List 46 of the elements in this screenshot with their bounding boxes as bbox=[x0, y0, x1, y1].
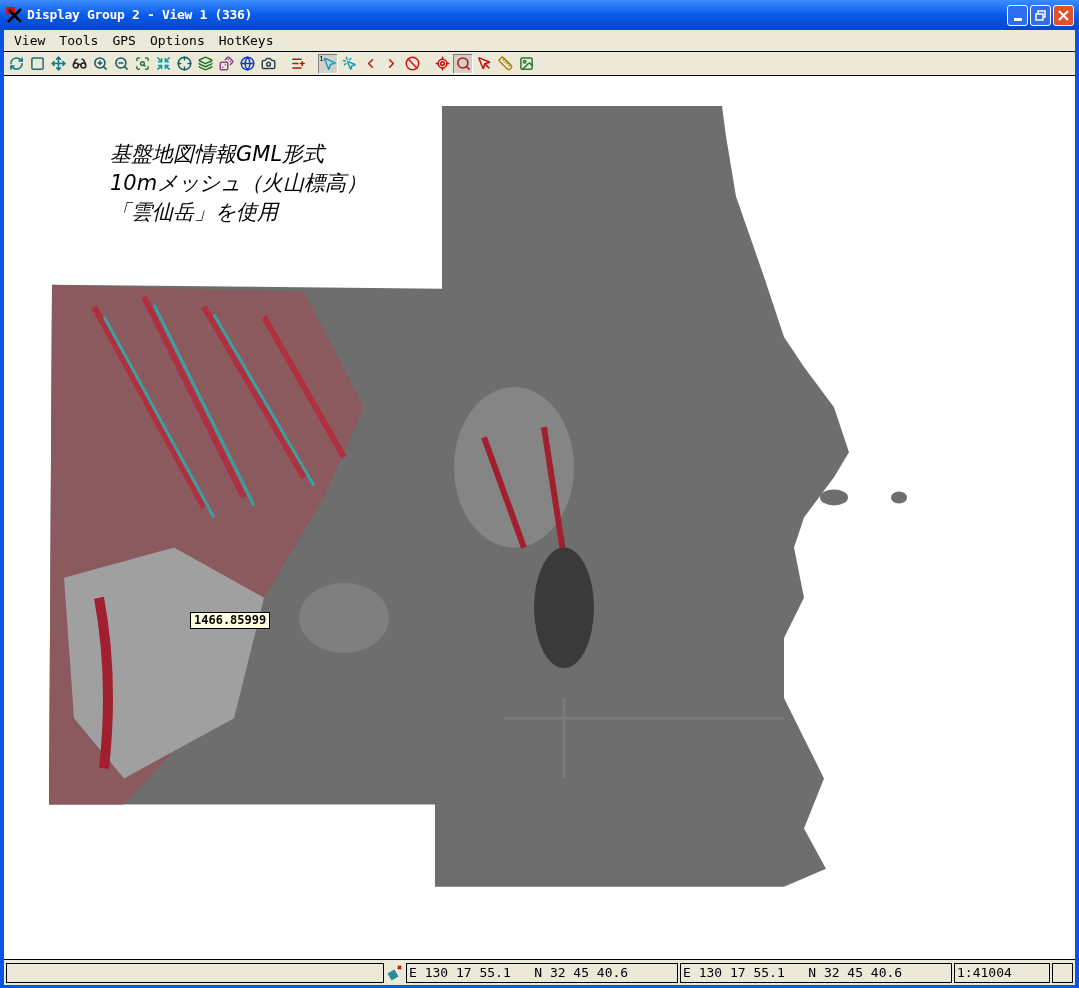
pointer-icon bbox=[476, 56, 492, 71]
camera-icon bbox=[260, 56, 276, 71]
toolbar-button[interactable] bbox=[237, 53, 257, 74]
image-icon bbox=[518, 56, 534, 71]
target-icon bbox=[176, 56, 192, 71]
menu-item[interactable]: Tools bbox=[59, 30, 99, 51]
scale-readout: 1:41004 bbox=[954, 962, 1050, 983]
gps-device-icon bbox=[386, 963, 404, 982]
app-logo-icon bbox=[5, 6, 23, 24]
numbered-pointer-icon bbox=[321, 56, 337, 71]
tool-number: 1 bbox=[319, 54, 324, 63]
zoom-out-icon bbox=[113, 56, 129, 71]
toolbar-button[interactable]: 1 bbox=[318, 53, 338, 74]
zoom-in-icon bbox=[92, 56, 108, 71]
elevation-readout: 1466.85999 bbox=[190, 612, 271, 629]
ruler-icon bbox=[497, 56, 513, 71]
dice-icon bbox=[218, 56, 234, 71]
restore-icon bbox=[1035, 9, 1046, 21]
target-icon bbox=[434, 56, 450, 71]
layers-icon bbox=[197, 56, 213, 71]
close-button[interactable] bbox=[1053, 4, 1074, 26]
position-readout: E 130 17 55.1 N 32 45 40.6 bbox=[680, 962, 952, 983]
map-annotation: 10mメッシュ（火山標高） bbox=[110, 170, 368, 197]
menu-item[interactable]: View bbox=[14, 30, 46, 51]
menu-item[interactable]: Options bbox=[149, 30, 205, 51]
shrink-icon bbox=[155, 56, 171, 71]
close-icon bbox=[1058, 9, 1069, 21]
toolbar-button[interactable] bbox=[453, 53, 473, 74]
map-annotation: 基盤地図情報GML形式 bbox=[110, 141, 328, 168]
add-list-icon bbox=[290, 56, 306, 71]
redraw-icon bbox=[8, 56, 24, 71]
stop-icon bbox=[404, 56, 420, 71]
window-title: Display Group 2 - View 1 (336) bbox=[27, 6, 253, 25]
zoom-box-icon bbox=[455, 56, 471, 71]
zoom-map-icon bbox=[134, 56, 150, 71]
map-annotation: 「雲仙岳」を使用 bbox=[110, 199, 281, 226]
square-icon bbox=[29, 56, 45, 71]
menu-item[interactable]: GPS bbox=[112, 30, 136, 51]
position-readout: E 130 17 55.1 N 32 45 40.6 bbox=[406, 962, 678, 983]
minimize-button[interactable] bbox=[1007, 4, 1028, 26]
status-field bbox=[1052, 962, 1073, 983]
globe-icon bbox=[239, 56, 255, 71]
pointer-plus-icon bbox=[341, 56, 357, 71]
restore-button[interactable] bbox=[1030, 4, 1051, 26]
move-arrows-icon bbox=[50, 56, 66, 71]
menu-item[interactable]: HotKeys bbox=[218, 30, 274, 51]
